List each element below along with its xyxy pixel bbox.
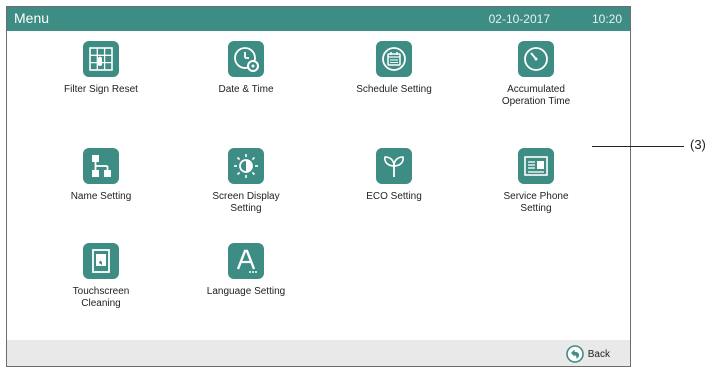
- menu-item-label: Name Setting: [70, 191, 132, 202]
- menu-item-service-phone-setting[interactable]: Service Phone Setting: [461, 148, 611, 215]
- page-title: Menu: [14, 10, 50, 26]
- menu-item-label: ECO Setting: [366, 191, 422, 202]
- menu-item-label: Schedule Setting: [356, 84, 432, 95]
- menu-item-label: Touchscreen Cleaning: [72, 286, 130, 309]
- timer-icon: [518, 41, 554, 77]
- letter-a-icon: [228, 243, 264, 279]
- menu-item-label: Service Phone Setting: [503, 191, 569, 214]
- menu-item-accumulated-operation-time[interactable]: Accumulated Operation Time: [461, 41, 611, 108]
- menu-item-label: Language Setting: [206, 286, 286, 297]
- hierarchy-icon: [83, 148, 119, 184]
- menu-screen: Menu 02-10-2017 10:20 Filter Sign Reset: [6, 6, 631, 367]
- menu-item-label: Accumulated Operation Time: [501, 84, 571, 107]
- menu-item-label: Date & Time: [218, 84, 274, 95]
- menu-item-eco-setting[interactable]: ECO Setting: [319, 148, 469, 203]
- menu-item-label: Filter Sign Reset: [64, 84, 138, 95]
- brightness-icon: [228, 148, 264, 184]
- touch-panel-icon: [83, 243, 119, 279]
- menu-item-screen-display-setting[interactable]: Screen Display Setting: [171, 148, 321, 215]
- back-button[interactable]: Back: [565, 345, 610, 363]
- menu-item-schedule-setting[interactable]: Schedule Setting: [319, 41, 469, 96]
- menu-item-touchscreen-cleaning[interactable]: Touchscreen Cleaning: [26, 243, 176, 310]
- filter-grid-icon: [83, 41, 119, 77]
- back-label: Back: [587, 348, 610, 360]
- menu-item-language-setting[interactable]: Language Setting: [171, 243, 321, 298]
- time-display: 10:20: [591, 12, 622, 26]
- menu-item-label: Screen Display Setting: [212, 191, 280, 214]
- menu-item-date-time[interactable]: Date & Time: [171, 41, 321, 96]
- back-arrow-icon: [565, 345, 584, 363]
- contact-card-icon: [518, 148, 554, 184]
- date-display: 02-10-2017: [488, 12, 550, 26]
- clock-gear-icon: [228, 41, 264, 77]
- calendar-icon: [376, 41, 412, 77]
- title-bar: Menu 02-10-2017 10:20: [7, 7, 630, 31]
- footer-bar: Back: [7, 340, 630, 366]
- callout-line: [592, 146, 684, 147]
- sprout-icon: [376, 148, 412, 184]
- menu-item-name-setting[interactable]: Name Setting: [26, 148, 176, 203]
- menu-item-filter-sign-reset[interactable]: Filter Sign Reset: [26, 41, 176, 96]
- callout-label: (3): [690, 137, 706, 152]
